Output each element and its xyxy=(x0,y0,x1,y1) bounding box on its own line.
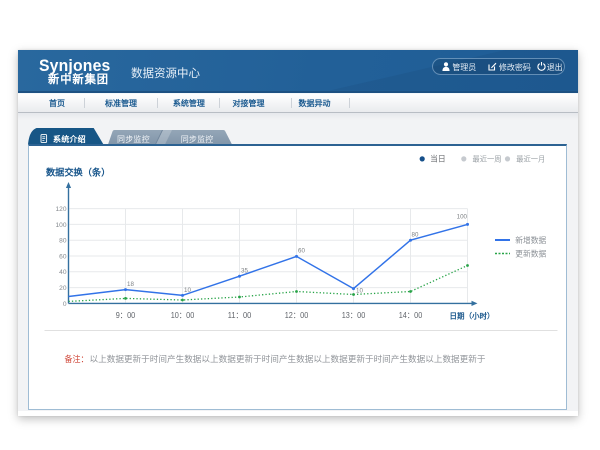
svg-text:最近一周: 最近一周 xyxy=(472,154,501,164)
svg-text:80: 80 xyxy=(411,232,418,239)
svg-text:13：00: 13：00 xyxy=(341,311,365,320)
svg-text:80: 80 xyxy=(59,238,67,245)
svg-text:40: 40 xyxy=(59,269,67,276)
svg-text:10: 10 xyxy=(184,287,191,294)
svg-text:日期（小时）: 日期（小时） xyxy=(449,311,494,321)
svg-text:120: 120 xyxy=(55,206,66,213)
svg-text:以上数据更新于时间产生数据以上数据更新于时间产生数据以上数据: 以上数据更新于时间产生数据以上数据更新于时间产生数据以上数据更新于时间产生数据以… xyxy=(89,354,485,364)
svg-text:10：00: 10：00 xyxy=(170,311,194,320)
svg-text:14：00: 14：00 xyxy=(398,311,422,320)
svg-text:20: 20 xyxy=(59,285,67,292)
svg-text:60: 60 xyxy=(298,248,305,255)
svg-text:当日: 当日 xyxy=(430,154,446,164)
svg-text:数据交换（条）: 数据交换（条） xyxy=(45,167,110,178)
svg-text:最近一月: 最近一月 xyxy=(516,154,545,164)
svg-text:18: 18 xyxy=(127,281,134,288)
svg-text:新增数据: 新增数据 xyxy=(515,235,546,245)
svg-text:60: 60 xyxy=(59,253,67,260)
svg-text:9：00: 9：00 xyxy=(115,311,135,320)
svg-text:备注：: 备注： xyxy=(64,354,88,364)
svg-text:10: 10 xyxy=(356,288,363,295)
svg-text:100: 100 xyxy=(456,214,467,221)
svg-text:11：00: 11：00 xyxy=(227,311,251,320)
svg-text:0: 0 xyxy=(62,301,66,308)
svg-text:12：00: 12：00 xyxy=(284,311,308,320)
svg-text:35: 35 xyxy=(241,268,248,275)
svg-text:更新数据: 更新数据 xyxy=(515,249,546,259)
svg-text:100: 100 xyxy=(55,222,66,229)
